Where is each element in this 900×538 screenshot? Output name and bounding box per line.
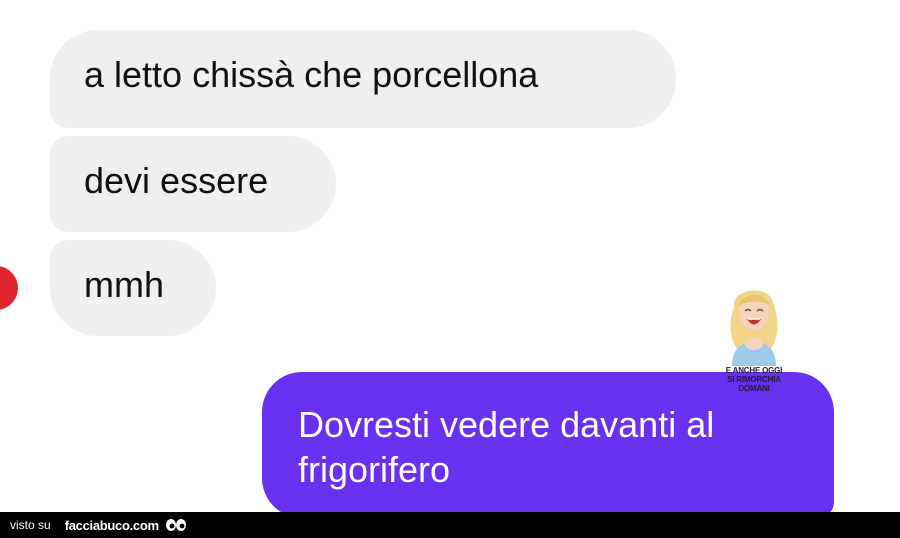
incoming-message-1[interactable]: a letto chissà che porcellona (50, 30, 676, 128)
message-text: a letto chissà che porcellona (84, 54, 539, 95)
message-text: Dovresti vedere davanti al frigorifero (298, 404, 715, 490)
message-text: devi essere (84, 160, 269, 201)
message-text: mmh (84, 264, 164, 305)
incoming-message-3[interactable]: mmh (50, 240, 216, 336)
laughing-woman-sticker-icon (730, 290, 778, 366)
eyes-icon (165, 519, 186, 531)
footer-prefix: visto su (10, 518, 51, 532)
footer-bar: visto su facciabuco.com (0, 512, 900, 538)
incoming-message-2[interactable]: devi essere (50, 136, 336, 232)
sticker-caption-line2: SI RIMORCHIA DOMANI (727, 375, 781, 393)
sticker-caption-line1: E ANCHE OGGI (725, 366, 783, 375)
sender-avatar[interactable] (0, 266, 18, 310)
outgoing-message-1[interactable]: Dovresti vedere davanti al frigorifero (262, 372, 834, 518)
chat-screen: a letto chissà che porcellona devi esser… (0, 0, 900, 538)
footer-brand-link[interactable]: facciabuco.com (65, 518, 159, 533)
watermark-sticker: E ANCHE OGGI SI RIMORCHIA DOMANI (712, 278, 796, 393)
